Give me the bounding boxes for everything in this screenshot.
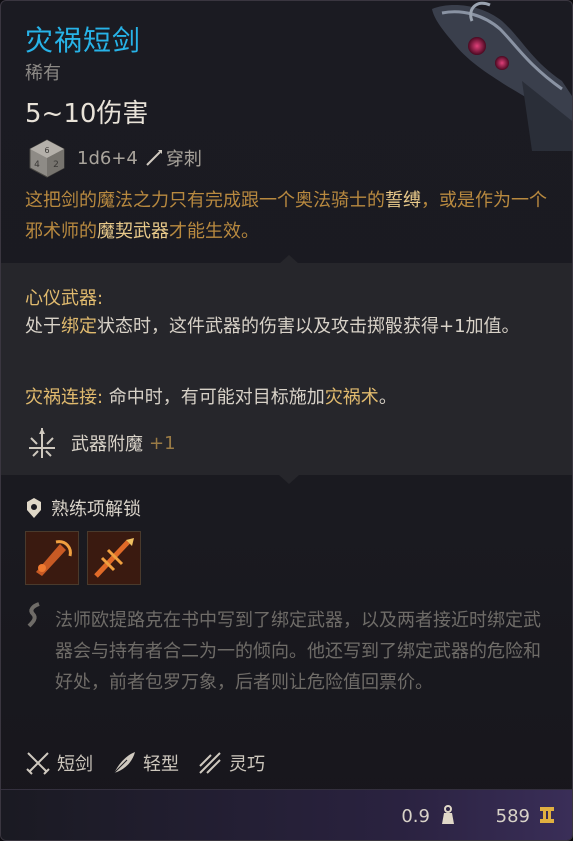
item-description: 这把剑的魔法之力只有完成跟一个奥法骑士的誓缚，或是作为一个邪术师的魔契武器才能生…: [25, 190, 547, 242]
tag-light[interactable]: 轻型: [111, 750, 179, 776]
enchant-label: 武器附魔: [71, 434, 143, 455]
proficiency-label: 熟练项解锁: [51, 499, 141, 520]
item-name: 灾祸短剑: [25, 24, 142, 57]
dice-formula: 1d6+4: [77, 147, 138, 169]
item-rarity: 稀有: [25, 63, 61, 84]
bane-link-line: 灾祸连接: 命中时，有可能对目标施加灾祸术。: [25, 387, 397, 408]
enchantment-row: 武器附魔 +1: [25, 425, 176, 461]
passive-heading: 心仪武器:: [25, 288, 104, 309]
item-damage: 5~10伤害: [25, 99, 149, 129]
dice-icon: 6 4 2: [29, 139, 65, 178]
dice-row: 6 4 2 1d6+4 穿刺: [27, 136, 202, 180]
tag-shortsword[interactable]: 短剑: [25, 750, 93, 776]
tag-label: 轻型: [143, 754, 179, 775]
gold-coin-icon: [540, 807, 554, 823]
pact-weapon-keyword[interactable]: 魔契武器: [97, 221, 169, 242]
tag-label: 短剑: [57, 754, 93, 775]
weapon-enchant-icon: [29, 428, 55, 458]
damage-type: 穿刺: [165, 149, 202, 170]
finesse-icon: [199, 752, 221, 774]
tag-label: 灵巧: [229, 754, 265, 775]
item-value: 589: [495, 806, 530, 827]
lore-quote-icon: [27, 602, 40, 628]
item-weight: 0.9: [401, 806, 430, 827]
lore-text: 法师欧提路克在书中写到了绑定武器，以及两者接近时绑定武器会与持有者合二为一的倾向…: [55, 610, 541, 693]
svg-text:6: 6: [44, 146, 49, 155]
svg-text:2: 2: [53, 160, 59, 170]
proficiency-actions: [25, 531, 149, 585]
proficiency-icon: [27, 498, 41, 518]
oath-keyword[interactable]: 誓缚: [385, 190, 421, 211]
bound-keyword[interactable]: 绑定: [61, 316, 97, 337]
enchant-value: +1: [149, 432, 176, 454]
weight-icon: [442, 805, 454, 824]
crossed-swords-icon: [26, 752, 50, 775]
dagger-art-icon: [432, 1, 572, 151]
bane-link-label: 灾祸连接:: [25, 387, 104, 408]
bane-spell-keyword[interactable]: 灾祸术: [325, 387, 379, 408]
passive-body: 处于绑定状态时，这件武器的伤害以及攻击掷骰获得+1加值。: [25, 316, 520, 337]
weapon-tags: 短剑 轻型 灵巧: [25, 747, 283, 779]
svg-text:4: 4: [34, 160, 40, 170]
item-footer: 0.9 589: [1, 789, 572, 840]
slash-action-icon[interactable]: [25, 531, 79, 585]
strike-action-icon[interactable]: [87, 531, 141, 585]
proficiency-row: 熟练项解锁: [25, 495, 141, 521]
tag-finesse[interactable]: 灵巧: [197, 750, 265, 776]
feather-icon: [113, 752, 135, 774]
band-notch-bottom: [279, 475, 299, 484]
piercing-icon: [146, 150, 162, 166]
item-tooltip: 灾祸短剑 稀有 5~10伤害 6 4 2 1d6+4 穿刺 这把剑的魔法之力只有…: [0, 0, 573, 841]
